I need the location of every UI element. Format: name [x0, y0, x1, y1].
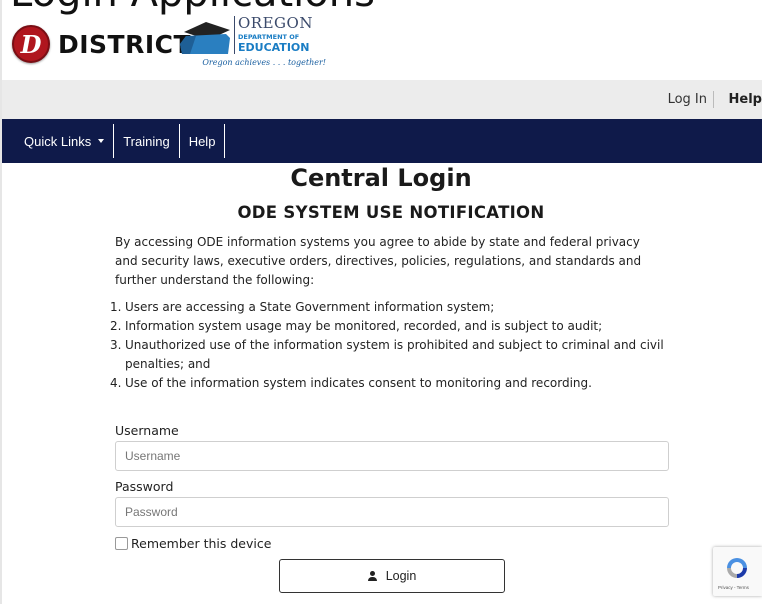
recaptcha-privacy-terms[interactable]: Privacy - Terms [718, 585, 749, 590]
ode-tagline: Oregon achieves . . . together! [202, 58, 326, 67]
login-button[interactable]: Login [279, 559, 505, 593]
remember-checkbox[interactable] [115, 537, 128, 550]
district-badge-icon: D [12, 25, 50, 63]
remember-device[interactable]: Remember this device [115, 536, 271, 551]
recaptcha-badge[interactable]: Privacy - Terms [713, 547, 762, 596]
main-navbar: Quick Links Training Help [2, 119, 762, 163]
notice-list: 1. Users are accessing a State Governmen… [110, 298, 680, 393]
list-item: 4. Use of the information system indicat… [110, 374, 680, 393]
list-item-number: 4. [110, 376, 122, 390]
username-label: Username [115, 423, 179, 438]
list-item: 2. Information system usage may be monit… [110, 317, 680, 336]
nav-training[interactable]: Training [114, 124, 180, 158]
ode-logo: OREGON DEPARTMENT OF EDUCATION Oregon ac… [176, 14, 336, 76]
list-item-number: 3. [110, 338, 122, 352]
page: Login Applications D DISTRICT OREGON DEP… [0, 0, 762, 604]
ode-education: EDUCATION [238, 41, 310, 54]
district-logo: D DISTRICT [12, 18, 191, 70]
list-item: 3. Unauthorized use of the information s… [110, 336, 680, 374]
oregon-state-cap-icon [180, 22, 230, 54]
list-item-number: 2. [110, 319, 122, 333]
recaptcha-icon [727, 558, 747, 578]
log-in-link[interactable]: Log In [668, 91, 714, 108]
page-title: Central Login [290, 164, 472, 192]
user-icon [367, 571, 377, 581]
username-input[interactable] [115, 441, 669, 471]
list-item: 1. Users are accessing a State Governmen… [110, 298, 680, 317]
nav-help[interactable]: Help [180, 124, 226, 158]
password-input[interactable] [115, 497, 669, 527]
ode-department: DEPARTMENT OF [238, 33, 300, 41]
password-label: Password [115, 479, 174, 494]
list-item-text: Users are accessing a State Government i… [125, 300, 495, 314]
nav-quick-links-label: Quick Links [24, 133, 92, 149]
caret-down-icon [98, 139, 105, 143]
list-item-text: Unauthorized use of the information syst… [125, 338, 664, 371]
list-item-text: Use of the information system indicates … [125, 376, 592, 390]
notice-intro: By accessing ODE information systems you… [115, 235, 642, 287]
remember-label: Remember this device [131, 536, 272, 551]
help-link[interactable]: Help [729, 91, 762, 108]
ode-logo-divider [234, 16, 235, 54]
nav-training-label: Training [123, 133, 170, 149]
district-name: DISTRICT [58, 29, 192, 59]
list-item-text: Information system usage may be monitore… [125, 319, 603, 333]
nav-quick-links[interactable]: Quick Links [2, 124, 115, 158]
notice-title: ODE SYSTEM USE NOTIFICATION [237, 203, 545, 222]
login-button-label: Login [385, 569, 417, 583]
list-item-number: 1. [110, 300, 122, 314]
nav-help-label: Help [188, 133, 216, 149]
utility-bar: Log In Help [2, 80, 762, 119]
ode-oregon-word: OREGON [238, 14, 313, 32]
